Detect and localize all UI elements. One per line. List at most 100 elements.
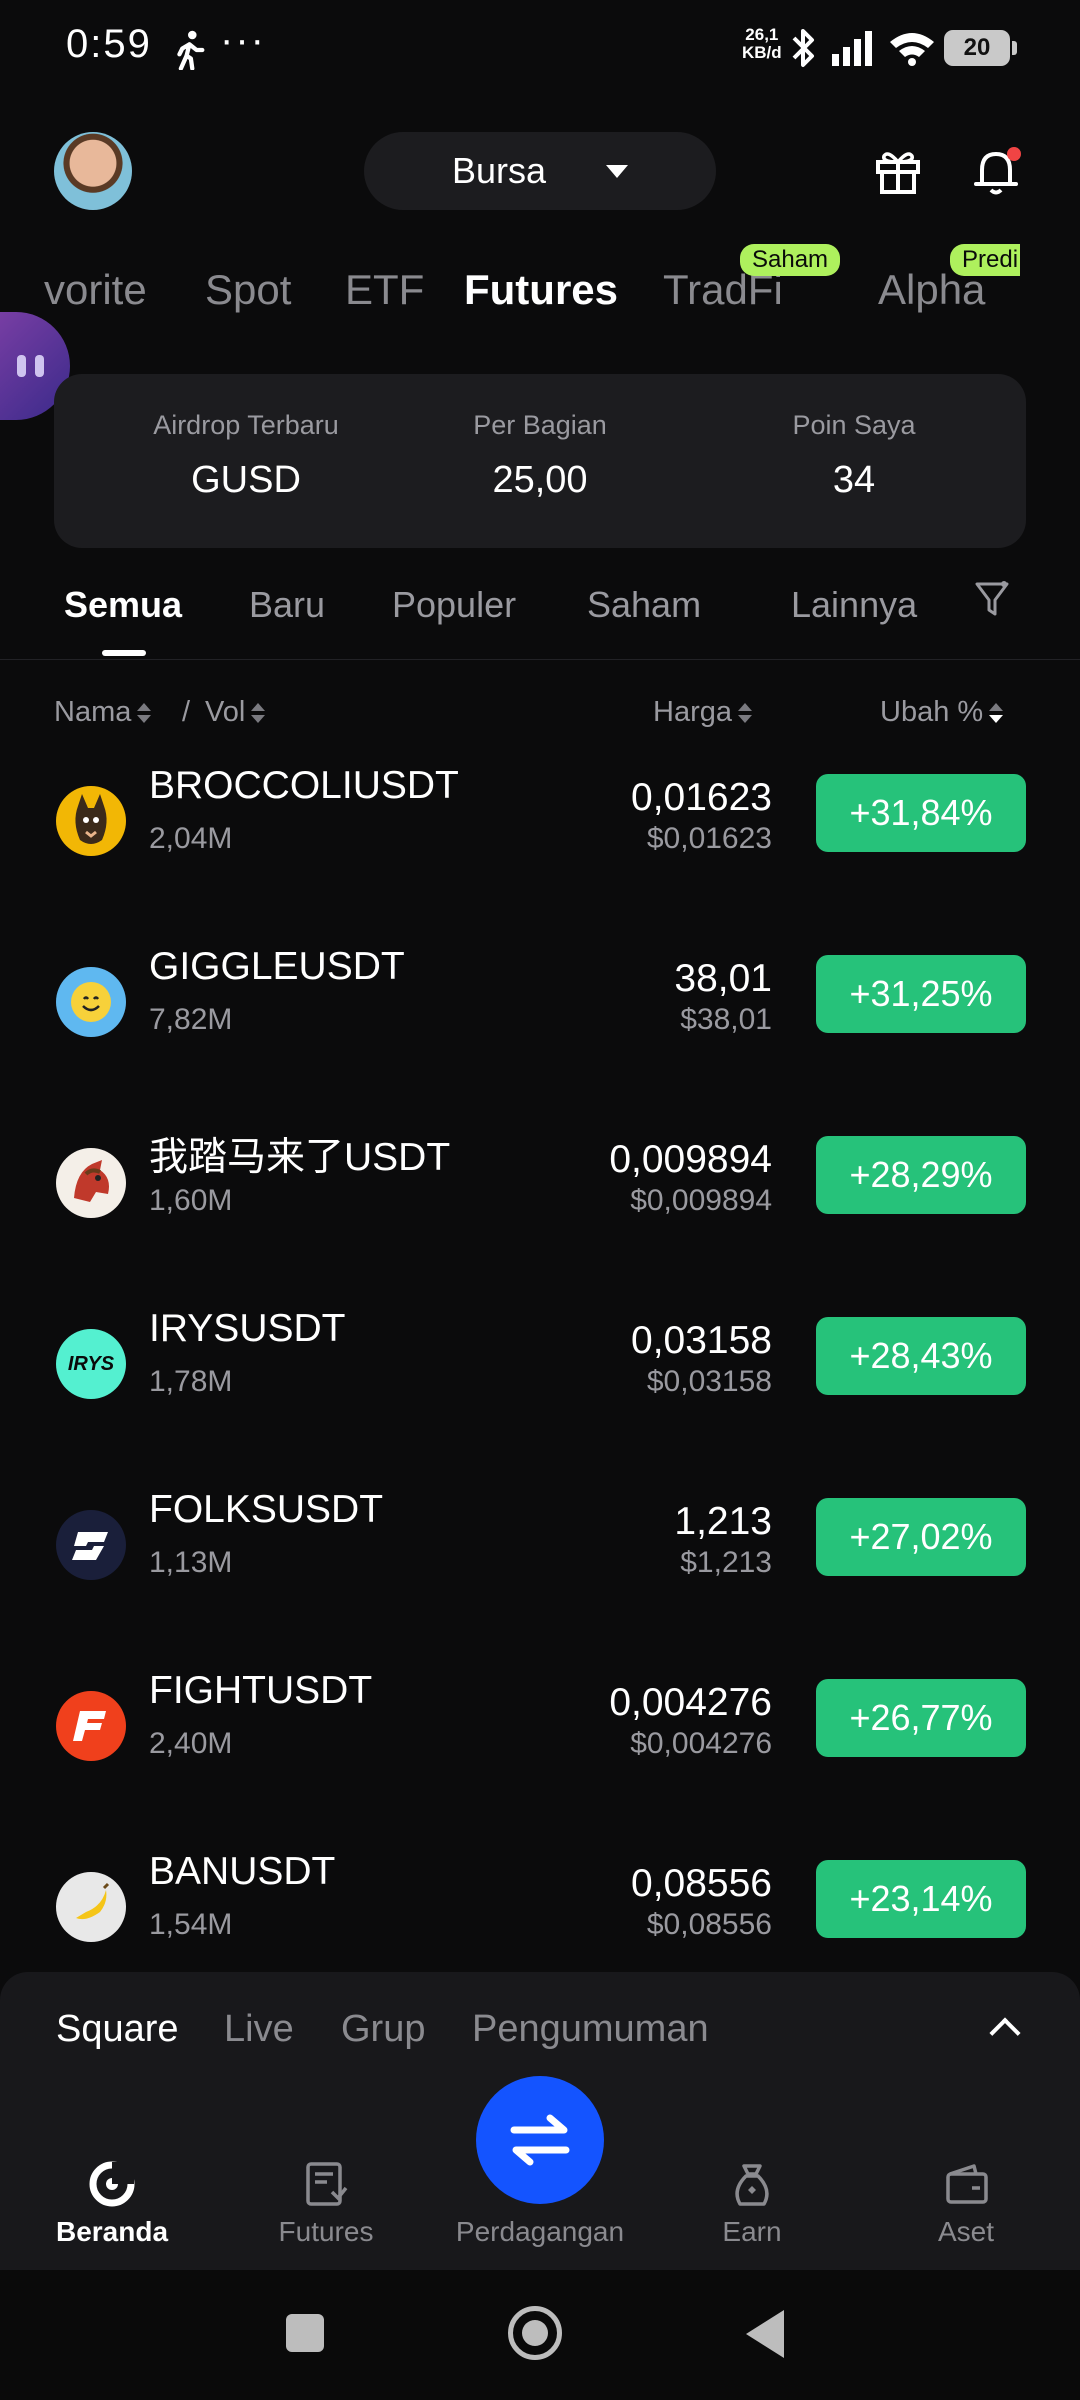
- sort-price[interactable]: Harga: [653, 696, 752, 729]
- folks-icon: [56, 1510, 126, 1580]
- coin-price: 0,004276: [609, 1681, 772, 1724]
- coin-usd-price: $0,08556: [646, 1908, 772, 1941]
- market-row[interactable]: GIGGLEUSDT 7,82M 38,01 $38,01 +31,25%: [0, 927, 1080, 1107]
- coin-usd-price: $1,213: [680, 1546, 772, 1579]
- wallet-icon: [946, 2164, 988, 2204]
- sort-icon: [251, 701, 266, 725]
- coin-price: 0,08556: [631, 1862, 772, 1905]
- change-percent-badge[interactable]: +23,14%: [816, 1860, 1026, 1938]
- sort-icon: [137, 701, 152, 725]
- system-navigation-bar: [0, 2270, 1080, 2400]
- chevron-up-icon[interactable]: [989, 2017, 1021, 2049]
- airdrop-card[interactable]: Airdrop Terbaru GUSD Per Bagian 25,00 Po…: [54, 374, 1026, 548]
- exchange-dropdown[interactable]: Bursa: [364, 132, 716, 210]
- earn-icon: [735, 2164, 769, 2206]
- tab-live[interactable]: Live: [224, 2008, 294, 2051]
- coin-price: 0,01623: [631, 776, 772, 819]
- tab-favorite[interactable]: vorite: [44, 266, 147, 314]
- tab-etf[interactable]: ETF: [345, 266, 424, 314]
- coin-price: 0,03158: [631, 1319, 772, 1362]
- market-row[interactable]: IRYS IRYSUSDT 1,78M 0,03158 $0,03158 +28…: [0, 1289, 1080, 1469]
- coin-usd-price: $0,004276: [630, 1727, 772, 1760]
- gift-icon[interactable]: [874, 148, 922, 194]
- change-percent-badge[interactable]: +28,43%: [816, 1317, 1026, 1395]
- notification-bell-icon[interactable]: [972, 146, 1024, 196]
- recents-button[interactable]: [286, 2314, 324, 2352]
- avatar[interactable]: [54, 132, 132, 210]
- status-bar: 0:59 ··· 26,1 KB/d 20: [0, 0, 1080, 96]
- active-tab-indicator: [102, 650, 146, 656]
- market-row[interactable]: FIGHTUSDT 2,40M 0,004276 $0,004276 +26,7…: [0, 1651, 1080, 1831]
- nav-label: Futures: [278, 2216, 374, 2247]
- tab-grup[interactable]: Grup: [341, 2008, 425, 2051]
- change-percent-badge[interactable]: +28,29%: [816, 1136, 1026, 1214]
- sort-change[interactable]: Ubah %: [880, 696, 1004, 729]
- caret-down-icon: [606, 164, 629, 178]
- change-percent-badge[interactable]: +26,77%: [816, 1679, 1026, 1757]
- coin-usd-price: $0,03158: [646, 1365, 772, 1398]
- coin-usd-price: $0,01623: [646, 822, 772, 855]
- giggle-smile-icon: [56, 967, 126, 1037]
- coin-volume: 1,54M: [149, 1908, 233, 1941]
- nav-beranda[interactable]: Beranda: [22, 2152, 202, 2248]
- tab-square[interactable]: Square: [56, 2008, 179, 2051]
- market-row[interactable]: FOLKSUSDT 1,13M 1,213 $1,213 +27,02%: [0, 1470, 1080, 1650]
- coin-volume: 2,40M: [149, 1727, 233, 1760]
- market-category-tabs: vorite Spot ETF Futures TradFi Alpha: [0, 258, 1080, 328]
- running-person-icon: [177, 30, 205, 70]
- tab-pengumuman[interactable]: Pengumuman: [472, 2008, 709, 2051]
- tab-semua[interactable]: Semua: [64, 584, 182, 626]
- filter-tabs: Semua Baru Populer Saham Lainnya: [0, 570, 1080, 660]
- sort-icon: [989, 701, 1004, 725]
- pause-bar-icon: [34, 355, 44, 377]
- home-button[interactable]: [508, 2306, 562, 2360]
- back-button[interactable]: [746, 2310, 784, 2358]
- status-time: 0:59: [66, 22, 152, 66]
- coin-volume: 7,82M: [149, 1003, 233, 1036]
- coin-name: FIGHTUSDT: [149, 1669, 373, 1712]
- tradfi-tag-badge: Saham: [740, 244, 841, 276]
- market-row[interactable]: BROCCOLIUSDT 2,04M 0,01623 $0,01623 +31,…: [0, 746, 1080, 926]
- broccoli-dog-icon: [56, 786, 126, 856]
- tab-spot[interactable]: Spot: [205, 266, 291, 314]
- change-percent-badge[interactable]: +27,02%: [816, 1498, 1026, 1576]
- tab-saham[interactable]: Saham: [587, 584, 701, 626]
- banana-icon: [56, 1872, 126, 1942]
- sort-vol[interactable]: Vol: [205, 696, 266, 729]
- column-separator: /: [182, 696, 191, 728]
- nav-label: Earn: [722, 2216, 782, 2247]
- change-percent-badge[interactable]: +31,25%: [816, 955, 1026, 1033]
- airdrop-latest: Airdrop Terbaru GUSD: [153, 410, 339, 501]
- tab-futures[interactable]: Futures: [464, 266, 618, 314]
- bluetooth-icon: [792, 29, 814, 67]
- tab-populer[interactable]: Populer: [392, 584, 516, 626]
- coin-name: FOLKSUSDT: [149, 1488, 384, 1531]
- sort-name[interactable]: Nama: [54, 696, 152, 729]
- tab-baru[interactable]: Baru: [249, 584, 325, 626]
- coin-volume: 1,78M: [149, 1365, 233, 1398]
- coin-usd-price: $0,009894: [630, 1184, 772, 1217]
- filter-icon[interactable]: [974, 580, 1010, 620]
- coin-name: IRYSUSDT: [149, 1307, 346, 1350]
- trade-button[interactable]: [476, 2076, 604, 2204]
- nav-label: Beranda: [55, 2216, 169, 2247]
- trade-swap-icon: [510, 2114, 570, 2166]
- change-percent-badge[interactable]: +31,84%: [816, 774, 1026, 852]
- tab-lainnya[interactable]: Lainnya: [791, 584, 917, 626]
- irys-icon: IRYS: [56, 1329, 126, 1399]
- futures-icon: [306, 2162, 348, 2206]
- horse-icon: [56, 1148, 126, 1218]
- nav-earn[interactable]: Earn: [662, 2152, 842, 2248]
- alpha-tag-badge: Predi: [950, 244, 1021, 276]
- coin-price: 1,213: [674, 1500, 772, 1543]
- coin-name: 我踏马来了USDT: [149, 1136, 451, 1179]
- coin-volume: 1,13M: [149, 1546, 233, 1579]
- more-notifications-icon: ···: [220, 18, 266, 62]
- coin-name: BROCCOLIUSDT: [149, 764, 459, 807]
- coin-name: GIGGLEUSDT: [149, 945, 405, 988]
- exchange-label: Bursa: [451, 150, 547, 191]
- nav-aset[interactable]: Aset: [876, 2152, 1056, 2248]
- airdrop-per-share: Per Bagian 25,00: [473, 410, 607, 501]
- market-row[interactable]: 我踏马来了USDT 1,60M 0,009894 $0,009894 +28,2…: [0, 1108, 1080, 1288]
- nav-futures[interactable]: Futures: [236, 2152, 416, 2248]
